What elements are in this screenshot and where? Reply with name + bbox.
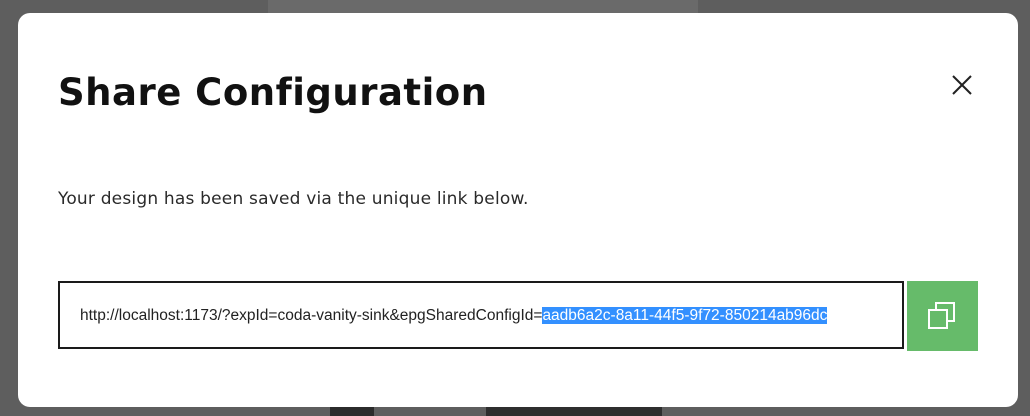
share-link-selected-id: aadb6a2c-8a11-44f5-9f72-850214ab96dc xyxy=(542,307,828,324)
modal-title: Share Configuration xyxy=(58,71,488,114)
share-link-prefix: http://localhost:1173/?expId=coda-vanity… xyxy=(80,307,543,324)
copy-icon xyxy=(928,302,955,329)
share-link-field[interactable]: http://localhost:1173/?expId=coda-vanity… xyxy=(58,281,904,349)
close-button[interactable] xyxy=(946,69,978,101)
share-link-text[interactable]: http://localhost:1173/?expId=coda-vanity… xyxy=(80,307,828,325)
modal-description: Your design has been saved via the uniqu… xyxy=(58,189,529,209)
close-icon xyxy=(952,75,972,95)
background-content xyxy=(268,0,698,14)
copy-link-button[interactable] xyxy=(907,281,978,351)
share-configuration-modal: Share Configuration Your design has been… xyxy=(18,13,1018,407)
